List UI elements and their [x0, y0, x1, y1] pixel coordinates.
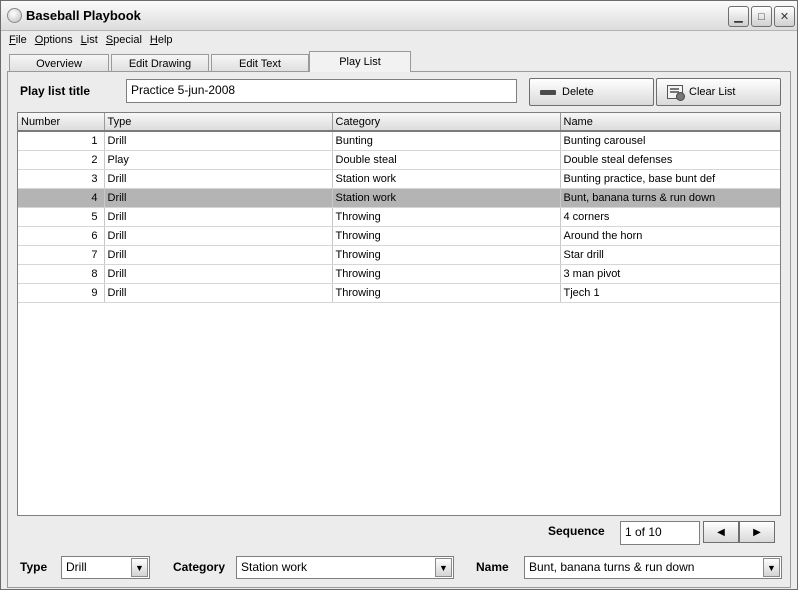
arrow-left-icon: ◀	[717, 526, 725, 538]
category-select[interactable]: Station work ▼	[236, 556, 454, 579]
clear-list-button[interactable]: Clear List	[656, 78, 781, 106]
window-title: Baseball Playbook	[26, 8, 141, 23]
cell-category: Double steal	[332, 150, 561, 170]
tab-play-list[interactable]: Play List	[309, 51, 411, 72]
chevron-down-icon[interactable]: ▼	[763, 558, 780, 577]
cell-category: Station work	[332, 188, 561, 208]
minimize-icon: ▁	[734, 11, 743, 23]
cell-number: 3	[18, 169, 105, 189]
menu-file[interactable]: File	[5, 32, 31, 50]
sequence-prev-button[interactable]: ◀	[703, 521, 739, 543]
cell-number: 8	[18, 264, 105, 284]
cell-category: Station work	[332, 169, 561, 189]
name-select-value: Bunt, banana turns & run down	[529, 560, 695, 574]
column-header-number[interactable]: Number	[18, 113, 105, 132]
cell-type: Drill	[104, 226, 333, 246]
cell-type: Drill	[104, 207, 333, 227]
table-row[interactable]: 2 Play Double steal Double steal defense…	[18, 150, 780, 170]
play-list-table[interactable]: Number Type Category Name 1 Drill Buntin…	[17, 112, 781, 516]
cell-number: 4	[18, 188, 105, 208]
column-header-type[interactable]: Type	[104, 113, 333, 132]
menu-list[interactable]: List	[77, 32, 102, 50]
sequence-label: Sequence	[548, 524, 605, 538]
column-header-category[interactable]: Category	[332, 113, 561, 132]
cell-number: 9	[18, 283, 105, 303]
cell-category: Throwing	[332, 226, 561, 246]
cell-number: 7	[18, 245, 105, 265]
cell-category: Throwing	[332, 283, 561, 303]
cell-type: Drill	[104, 169, 333, 189]
type-label: Type	[20, 560, 48, 574]
maximize-icon: □	[758, 10, 765, 23]
chevron-down-icon[interactable]: ▼	[131, 558, 148, 577]
cell-name: Tjech 1	[560, 283, 780, 303]
clear-list-icon	[667, 85, 685, 101]
cell-type: Drill	[104, 245, 333, 265]
cell-type: Drill	[104, 188, 333, 208]
table-row[interactable]: 1 Drill Bunting Bunting carousel	[18, 131, 780, 151]
clear-list-button-label: Clear List	[689, 86, 736, 98]
table-row[interactable]: 6 Drill Throwing Around the horn	[18, 226, 780, 246]
cell-name: Bunting practice, base bunt def	[560, 169, 780, 189]
sequence-field: 1 of 10	[620, 521, 700, 545]
play-list-title-input[interactable]: Practice 5-jun-2008	[126, 79, 517, 103]
cell-type: Drill	[104, 283, 333, 303]
type-select-value: Drill	[66, 560, 87, 574]
tab-edit-text[interactable]: Edit Text	[211, 54, 309, 72]
table-row[interactable]: 7 Drill Throwing Star drill	[18, 245, 780, 265]
cell-name: Star drill	[560, 245, 780, 265]
table-header-row: Number Type Category Name	[18, 113, 780, 132]
sequence-next-button[interactable]: ▶	[739, 521, 775, 543]
close-icon: ✕	[779, 11, 790, 23]
table-row[interactable]: 5 Drill Throwing 4 corners	[18, 207, 780, 227]
minus-icon	[540, 89, 556, 95]
cell-type: Play	[104, 150, 333, 170]
menu-special[interactable]: Special	[102, 32, 146, 50]
app-window: Baseball Playbook ▁ □ ✕ File Options Lis…	[0, 0, 798, 590]
cell-category: Throwing	[332, 207, 561, 227]
play-list-title-label: Play list title	[20, 84, 91, 98]
cell-category: Throwing	[332, 245, 561, 265]
column-header-name[interactable]: Name	[560, 113, 780, 132]
delete-button-label: Delete	[562, 86, 594, 98]
table-row[interactable]: 9 Drill Throwing Tjech 1	[18, 283, 780, 303]
cell-name: Bunting carousel	[560, 131, 780, 151]
delete-button[interactable]: Delete	[529, 78, 654, 106]
chevron-down-icon[interactable]: ▼	[435, 558, 452, 577]
cell-number: 1	[18, 131, 105, 151]
arrow-right-icon: ▶	[753, 526, 761, 538]
play-list-panel: Play list title Practice 5-jun-2008 Dele…	[7, 71, 791, 588]
title-bar[interactable]: Baseball Playbook ▁ □ ✕	[1, 1, 797, 31]
cell-name: 3 man pivot	[560, 264, 780, 284]
app-icon	[7, 8, 22, 23]
menu-help[interactable]: Help	[146, 32, 177, 50]
name-label: Name	[476, 560, 509, 574]
cell-number: 5	[18, 207, 105, 227]
name-select[interactable]: Bunt, banana turns & run down ▼	[524, 556, 782, 579]
table-row-selected[interactable]: 4 Drill Station work Bunt, banana turns …	[18, 188, 780, 208]
menu-bar: File Options List Special Help	[1, 32, 797, 50]
table-row[interactable]: 3 Drill Station work Bunting practice, b…	[18, 169, 780, 189]
type-select[interactable]: Drill ▼	[61, 556, 150, 579]
cell-type: Drill	[104, 264, 333, 284]
tab-overview[interactable]: Overview	[9, 54, 109, 72]
cell-name: Bunt, banana turns & run down	[560, 188, 780, 208]
tab-edit-drawing[interactable]: Edit Drawing	[111, 54, 209, 72]
cell-type: Drill	[104, 131, 333, 151]
cell-number: 6	[18, 226, 105, 246]
cell-name: Around the horn	[560, 226, 780, 246]
cell-number: 2	[18, 150, 105, 170]
cell-category: Throwing	[332, 264, 561, 284]
table-row[interactable]: 8 Drill Throwing 3 man pivot	[18, 264, 780, 284]
maximize-button[interactable]: □	[751, 6, 772, 27]
cell-category: Bunting	[332, 131, 561, 151]
close-button[interactable]: ✕	[774, 6, 795, 27]
menu-options[interactable]: Options	[31, 32, 77, 50]
minimize-button[interactable]: ▁	[728, 6, 749, 27]
category-label: Category	[173, 560, 226, 574]
cell-name: Double steal defenses	[560, 150, 780, 170]
cell-name: 4 corners	[560, 207, 780, 227]
category-select-value: Station work	[241, 560, 308, 574]
